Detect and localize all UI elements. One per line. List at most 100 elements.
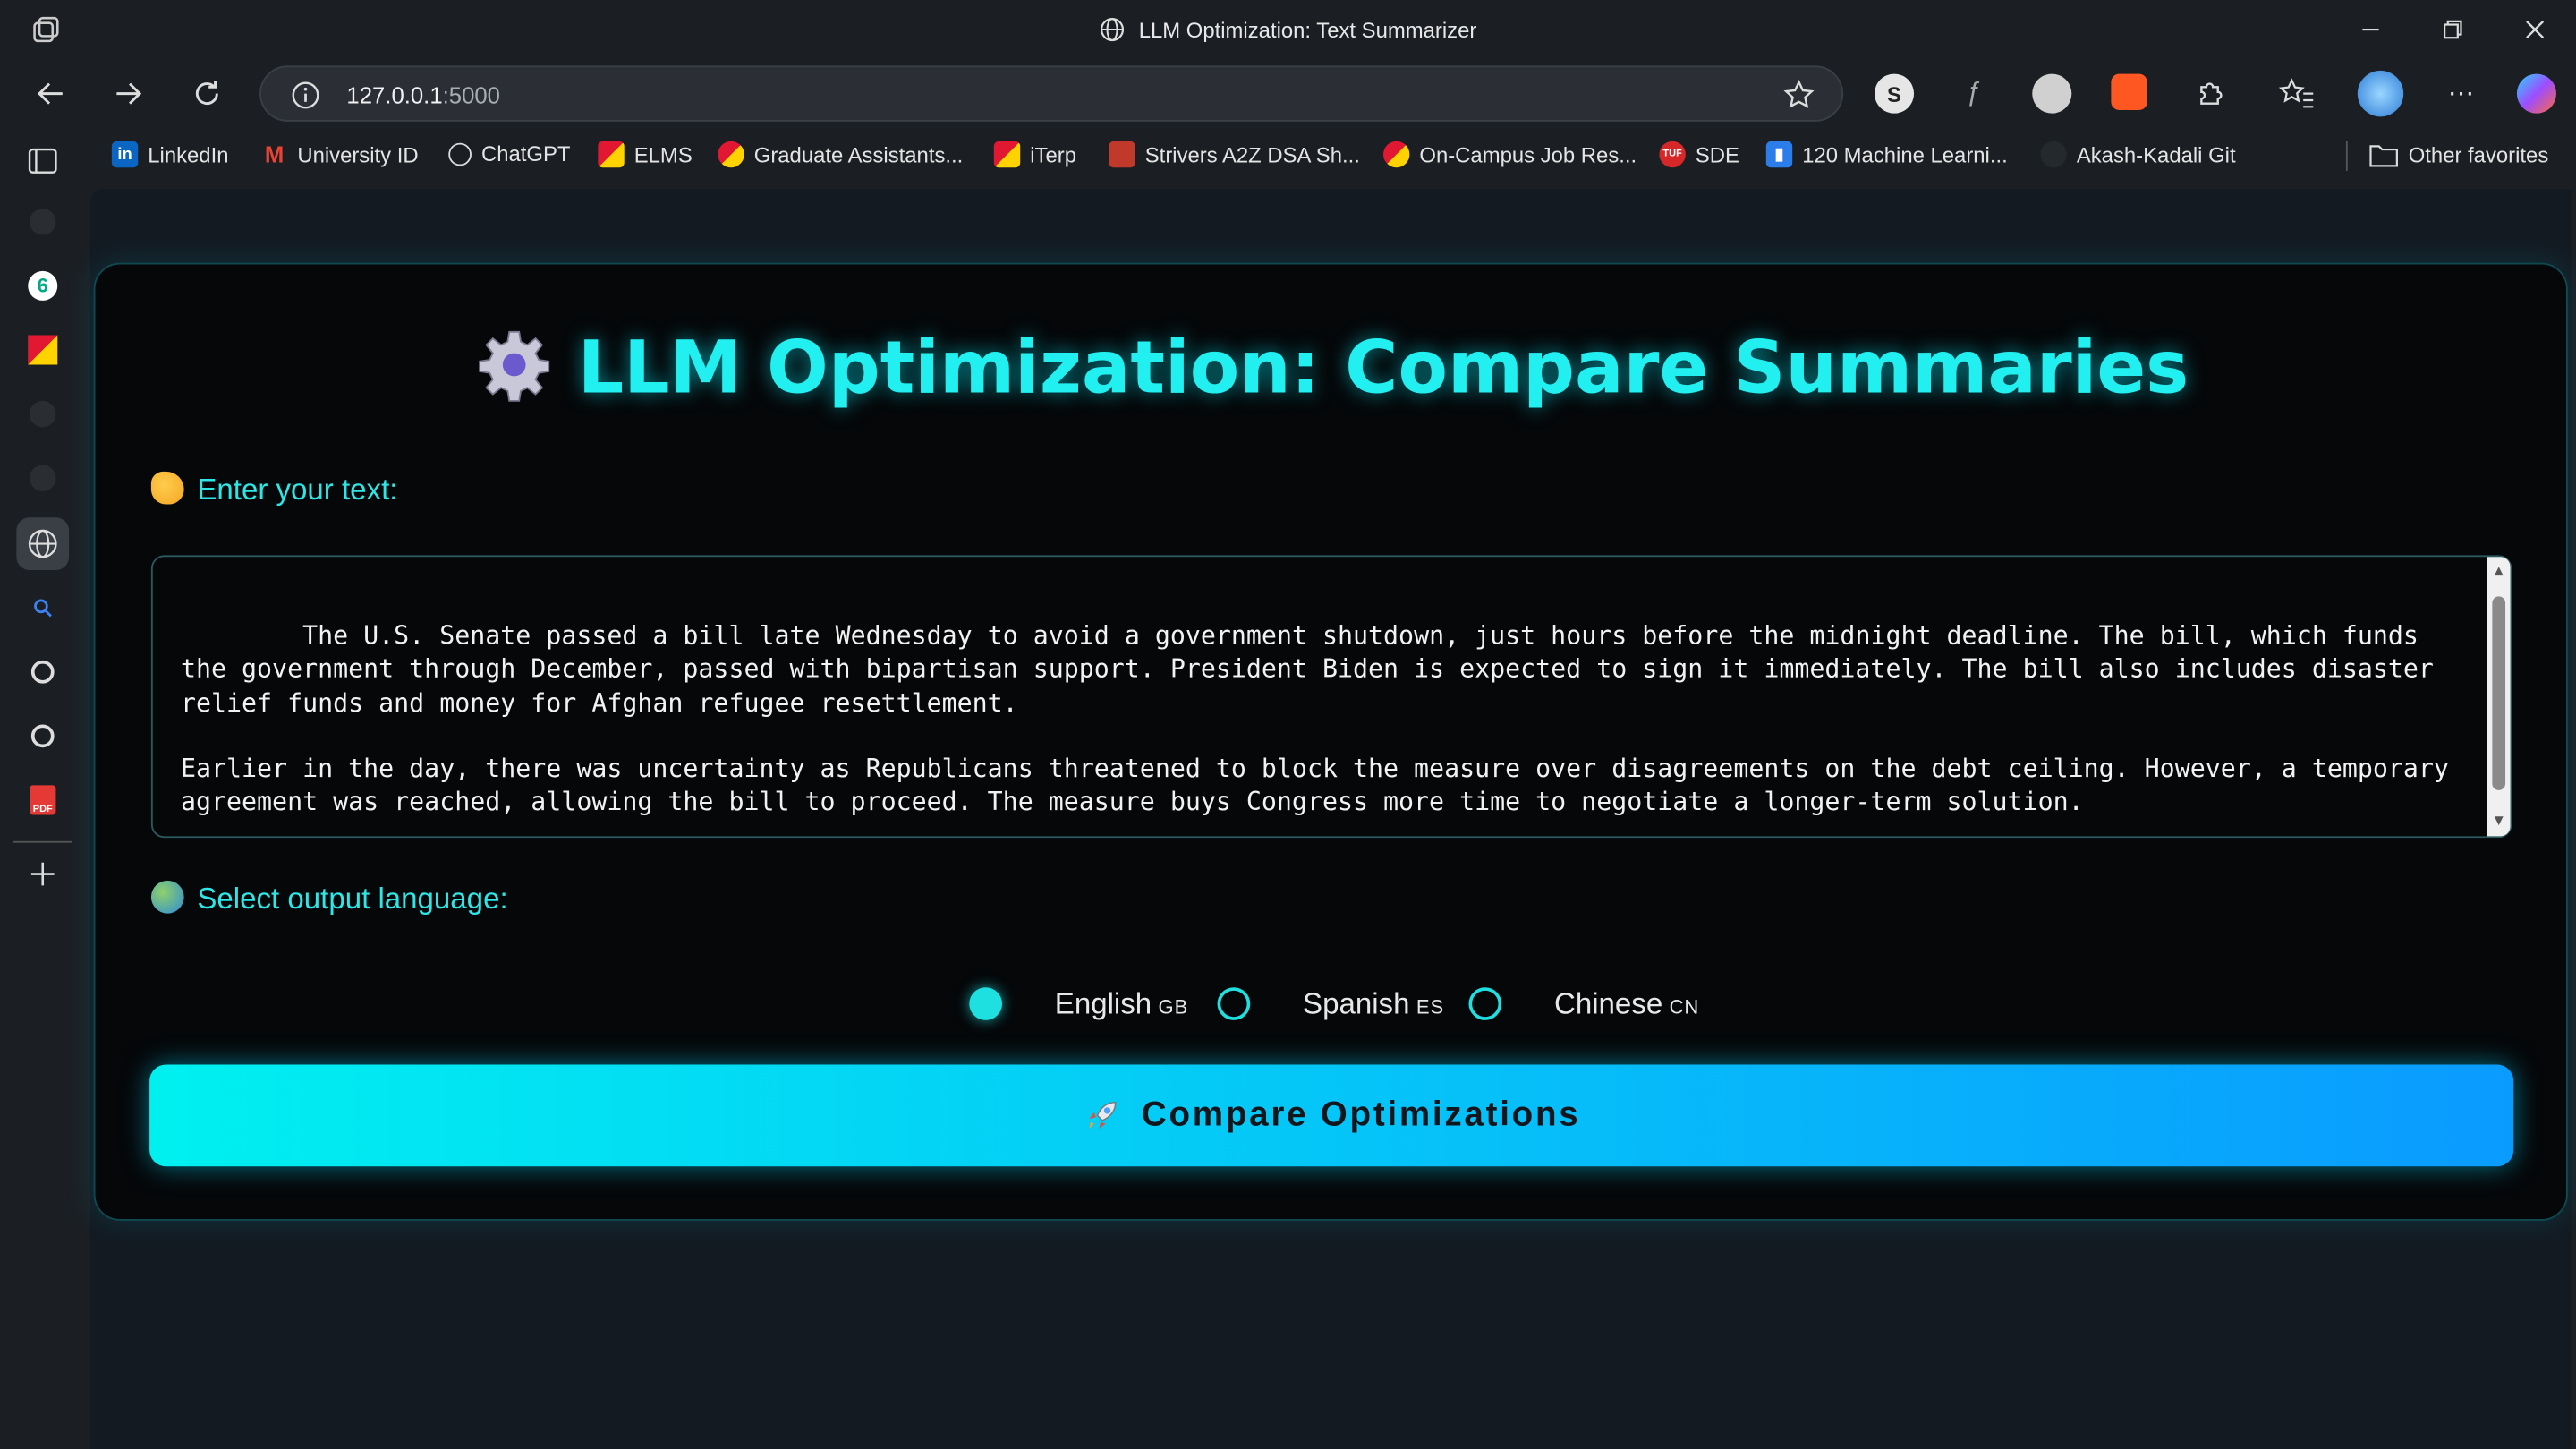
copilot-icon[interactable] — [2516, 73, 2556, 114]
close-icon — [2526, 21, 2545, 39]
back-button[interactable] — [26, 72, 75, 115]
writing-hand-icon — [150, 471, 184, 505]
favorite-label: Graduate Assistants... — [753, 141, 964, 167]
chart-icon: ▮ — [1765, 141, 1793, 168]
favorite-sde[interactable]: TUF SDE — [1659, 141, 1739, 168]
favorite-iterp[interactable]: iTerp — [993, 141, 1076, 168]
browser-toolbar: 127.0.0.1:5000 S ƒ ⋯ — [0, 59, 2576, 128]
language-name: English — [1054, 987, 1152, 1020]
favorite-strivers[interactable]: Strivers A2Z DSA Sh... — [1109, 141, 1360, 168]
url-host: 127.0.0.1 — [346, 81, 443, 109]
pdf-tab-icon[interactable]: PDF — [16, 774, 69, 827]
scrollbar-thumb[interactable] — [2492, 596, 2506, 790]
chatgpt-tab-icon[interactable] — [16, 645, 69, 698]
address-bar[interactable]: 127.0.0.1:5000 — [259, 65, 1844, 122]
tab-actions-icon[interactable] — [16, 135, 69, 188]
tab-6-icon[interactable]: 6 — [16, 260, 69, 312]
sidebar-divider — [13, 840, 72, 843]
language-label: Select output language: — [150, 880, 508, 916]
reload-button[interactable] — [183, 72, 232, 115]
radio-english-label[interactable]: English GB — [1055, 987, 1188, 1022]
text-input-label-text: Enter your text: — [197, 473, 398, 507]
tuf-icon — [1109, 141, 1135, 168]
favorite-github[interactable]: Akash-Kadali Git — [2040, 141, 2236, 168]
arrow-left-icon — [37, 82, 63, 105]
favorite-label: LinkedIn — [148, 141, 229, 167]
favorites-star-icon[interactable] — [2277, 74, 2317, 114]
favorites-divider — [2345, 141, 2348, 171]
github-icon — [2040, 141, 2067, 168]
umd-icon — [993, 141, 1021, 168]
favorite-chatgpt[interactable]: ChatGPT — [448, 141, 570, 166]
url-text[interactable]: 127.0.0.1:5000 — [346, 82, 500, 108]
profile-avatar[interactable] — [2357, 70, 2404, 117]
compare-optimizations-button[interactable]: Compare Optimizations — [149, 1064, 2514, 1167]
flag-gb-icon: GB — [1158, 995, 1189, 1019]
folder-icon — [2369, 145, 2398, 167]
favorite-on-campus-job[interactable]: On-Campus Job Res... — [1382, 141, 1637, 168]
language-label-text: Select output language: — [197, 882, 508, 916]
extension-orange-icon[interactable] — [2111, 73, 2147, 110]
active-tab-globe-icon[interactable] — [16, 517, 70, 570]
language-name: Spanish — [1303, 987, 1410, 1020]
scroll-down-icon[interactable]: ▼ — [2491, 814, 2507, 830]
minimize-button[interactable] — [2346, 10, 2395, 49]
radio-english[interactable] — [969, 987, 1003, 1020]
source-text-area[interactable]: The U.S. Senate passed a bill late Wedne… — [150, 555, 2512, 839]
radio-chinese[interactable] — [1468, 987, 1502, 1020]
radio-chinese-label[interactable]: Chinese CN — [1554, 987, 1699, 1022]
linkedin-icon: in — [111, 141, 139, 168]
window-titlebar: LLM Optimization: Text Summarizer — [0, 0, 2576, 60]
other-favorites[interactable]: Other favorites — [2369, 141, 2548, 167]
favorite-label: Strivers A2Z DSA Sh... — [1144, 141, 1360, 167]
extension-feather-icon[interactable]: ƒ — [1953, 74, 1993, 114]
favorites-bar: in LinkedIn M University ID ChatGPT ELMS G… — [92, 132, 2576, 181]
arrow-right-icon — [116, 82, 142, 105]
star-icon[interactable] — [1782, 79, 1815, 112]
page-heading: LLM Optimization: Compare Summaries — [95, 327, 2569, 411]
umd-icon — [1382, 141, 1410, 168]
restore-button[interactable] — [2428, 10, 2478, 49]
flag-es-icon: ES — [1416, 995, 1445, 1019]
chatgpt-tab-icon[interactable] — [16, 710, 69, 763]
radio-spanish[interactable] — [1217, 987, 1251, 1020]
extension-grammar-icon[interactable] — [2032, 73, 2072, 114]
scroll-up-icon[interactable]: ▲ — [2491, 564, 2507, 580]
restore-icon — [2444, 20, 2462, 39]
umd-tab-icon[interactable] — [16, 324, 69, 377]
globe-icon — [1101, 18, 1125, 42]
github-tab-icon[interactable] — [16, 388, 69, 440]
textarea-scrollbar[interactable]: ▲ ▼ — [2487, 557, 2511, 837]
text-input-label: Enter your text: — [150, 471, 398, 507]
more-menu-icon[interactable]: ⋯ — [2441, 74, 2480, 114]
new-tab-button[interactable] — [16, 848, 69, 900]
favorite-elms[interactable]: ELMS — [598, 141, 693, 168]
gear-icon — [478, 330, 549, 402]
github-tab-icon[interactable] — [16, 452, 69, 505]
language-name: Chinese — [1553, 987, 1663, 1020]
forward-button[interactable] — [104, 72, 153, 115]
favorite-label: University ID — [297, 141, 419, 167]
umd-icon — [718, 141, 744, 168]
favorite-label: Akash-Kadali Git — [2076, 141, 2236, 167]
favorite-university-id[interactable]: M University ID — [261, 141, 419, 167]
favorite-label: 120 Machine Learni... — [1802, 141, 2008, 167]
close-window-button[interactable] — [2511, 10, 2560, 49]
url-port: :5000 — [442, 81, 500, 109]
search-tab-icon[interactable] — [16, 582, 69, 635]
source-text-value: The U.S. Senate passed a bill late Wedne… — [180, 621, 2449, 817]
plus-icon — [30, 862, 55, 886]
favorite-linkedin[interactable]: in LinkedIn — [111, 141, 229, 168]
site-info-icon[interactable] — [291, 81, 320, 110]
summarizer-card: LLM Optimization: Compare Summaries Ente… — [93, 262, 2569, 1221]
favorite-120-ml[interactable]: ▮ 120 Machine Learni... — [1765, 141, 2008, 168]
globe-emoji-icon — [150, 880, 184, 914]
gmail-icon: M — [264, 141, 285, 168]
extensions-puzzle-icon[interactable] — [2190, 74, 2230, 114]
umd-icon — [598, 141, 625, 168]
github-tab-icon[interactable] — [16, 195, 69, 248]
favorite-graduate-assistants[interactable]: Graduate Assistants... — [718, 141, 964, 168]
extension-s-icon[interactable]: S — [1874, 73, 1915, 114]
radio-spanish-label[interactable]: Spanish ES — [1303, 987, 1444, 1022]
favorite-label: ChatGPT — [480, 141, 571, 166]
